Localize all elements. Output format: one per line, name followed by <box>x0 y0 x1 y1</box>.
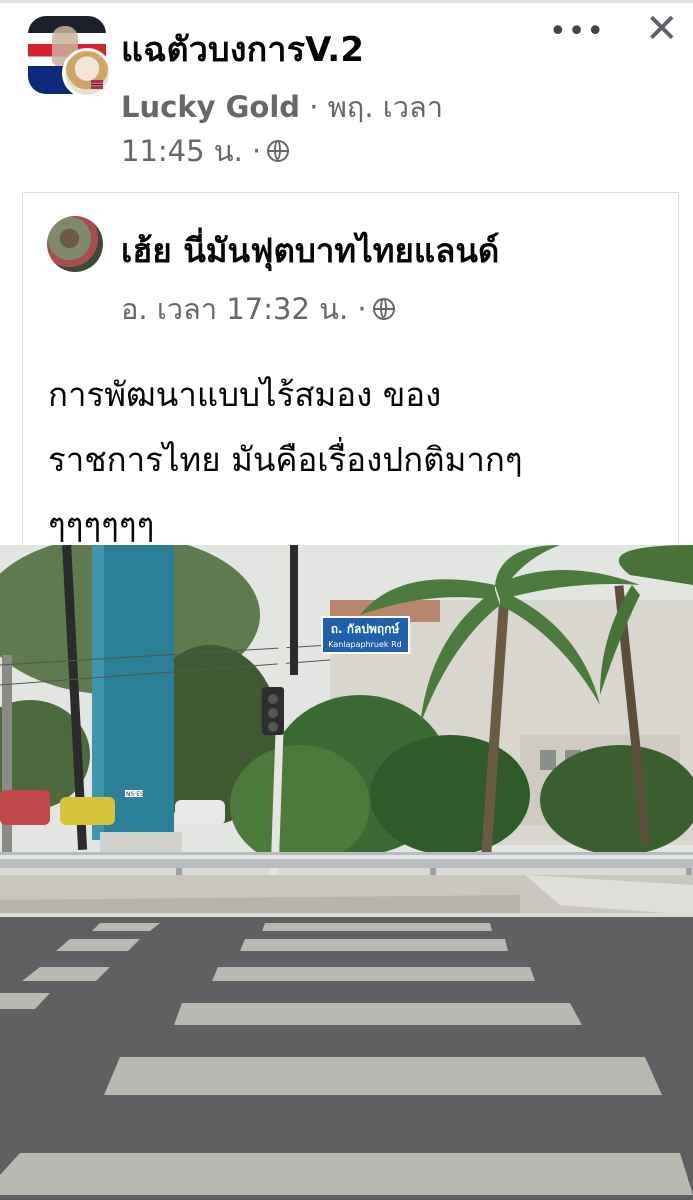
group-avatar[interactable] <box>28 16 112 98</box>
shared-post-time[interactable]: อ. เวลา 17:32 น. · <box>121 286 367 332</box>
globe-icon[interactable] <box>267 140 290 162</box>
post-text-line: ราชการไทย มันคือเรื่องปกติมากๆ <box>48 440 523 479</box>
more-dots-icon[interactable]: ••• <box>549 14 605 49</box>
author-avatar[interactable] <box>62 48 112 98</box>
post-date[interactable]: พฤ. เวลา <box>328 90 443 124</box>
group-name[interactable]: แฉตัวบงการV.2 <box>121 22 364 76</box>
shared-post-meta: อ. เวลา 17:32 น. · <box>121 286 395 332</box>
shared-page-name[interactable]: เฮ้ย นี่มันฟุตบาทไทยแลนด์ <box>121 224 499 277</box>
pillar-tag: NS·ES <box>126 791 144 798</box>
post-text-line: การพัฒนาแบบไร้สมอง ของ <box>48 375 442 414</box>
post-meta-author-line: Lucky Gold · พฤ. เวลา <box>121 84 443 130</box>
post-time[interactable]: 11:45 น. · <box>121 128 261 174</box>
close-icon[interactable]: ✕ <box>645 6 679 52</box>
page-avatar[interactable] <box>47 216 103 272</box>
post-text: การพัฒนาแบบไร้สมอง ของ ราชการไทย มันคือเ… <box>48 362 523 557</box>
globe-icon[interactable] <box>372 298 395 320</box>
top-divider <box>0 0 693 3</box>
crosswalk-photo: NS·ES ถ. กัลปพฤกษ์ Kanlapaphruek Rd <box>0 545 693 1200</box>
post-photo[interactable]: NS·ES ถ. กัลปพฤกษ์ Kanlapaphruek Rd <box>0 545 693 1200</box>
post-meta-time-line: 11:45 น. · <box>121 128 290 174</box>
author-name[interactable]: Lucky Gold <box>121 90 300 124</box>
meta-separator: · <box>300 90 328 124</box>
street-sign-thai: ถ. กัลปพฤกษ์ <box>331 622 400 636</box>
street-sign-english: Kanlapaphruek Rd <box>328 640 401 649</box>
